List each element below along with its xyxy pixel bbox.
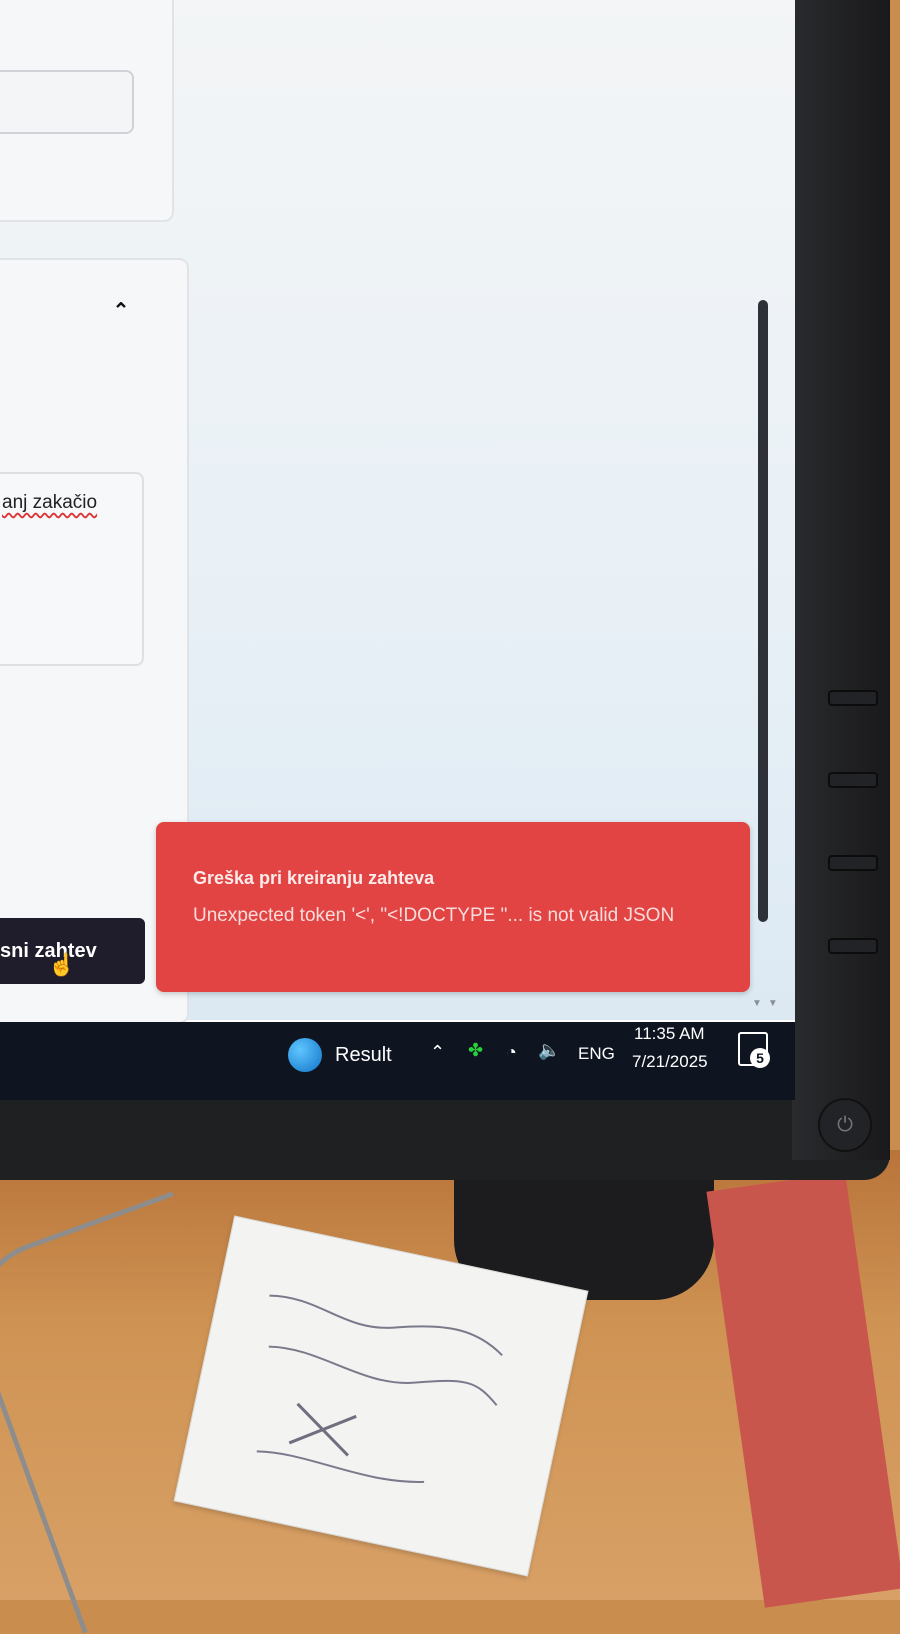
web-page: ⌃ anj zakačio sni zahtev ☝ ▼▼ Greška pri… bbox=[0, 0, 795, 1024]
taskbar-app-label[interactable]: Result bbox=[335, 1044, 392, 1067]
monitor-button[interactable] bbox=[828, 938, 878, 954]
notification-badge: 5 bbox=[750, 1048, 770, 1068]
tray-chevron-icon[interactable]: ⌃ bbox=[430, 1042, 445, 1063]
clock-time[interactable]: 11:35 AM bbox=[634, 1024, 705, 1044]
textarea-value: anj zakačio bbox=[2, 492, 98, 513]
monitor-button[interactable] bbox=[828, 690, 878, 706]
screen: ⌃ anj zakačio sni zahtev ☝ ▼▼ Greška pri… bbox=[0, 0, 795, 1100]
power-icon[interactable]: ⏻ bbox=[818, 1098, 872, 1152]
text-input[interactable] bbox=[0, 70, 134, 134]
language-indicator[interactable]: ENG bbox=[578, 1044, 615, 1064]
volume-icon[interactable]: 🔈 bbox=[538, 1040, 560, 1061]
chevron-up-icon[interactable]: ⌃ bbox=[110, 300, 132, 322]
scroll-down-icon[interactable]: ▼▼ bbox=[752, 998, 792, 1010]
toast-title: Greška pri kreiranju zahteva bbox=[193, 868, 435, 888]
monitor-button[interactable] bbox=[828, 855, 878, 871]
toast-message: Unexpected token '<', "<!DOCTYPE "... is… bbox=[193, 905, 675, 926]
wifi-icon[interactable]: ◔ bbox=[506, 1042, 517, 1063]
notepad-scribble bbox=[224, 1264, 530, 1516]
monitor-bezel-side bbox=[792, 0, 890, 1160]
app-icon[interactable] bbox=[288, 1038, 322, 1072]
scrollbar[interactable] bbox=[758, 300, 768, 922]
clock-date[interactable]: 7/21/2025 bbox=[632, 1052, 708, 1072]
clover-icon[interactable]: ✤ bbox=[468, 1040, 483, 1061]
scribble-drawing bbox=[256, 1294, 503, 1483]
hand-cursor-icon: ☝ bbox=[48, 952, 76, 977]
error-toast[interactable]: Greška pri kreiranju zahteva Unexpected … bbox=[156, 822, 750, 992]
monitor-button[interactable] bbox=[828, 772, 878, 788]
description-textarea[interactable]: anj zakačio bbox=[0, 472, 144, 666]
taskbar: Result ⌃ ✤ ◔ 🔈 ENG 11:35 AM 7/21/2025 5 bbox=[0, 1022, 795, 1100]
